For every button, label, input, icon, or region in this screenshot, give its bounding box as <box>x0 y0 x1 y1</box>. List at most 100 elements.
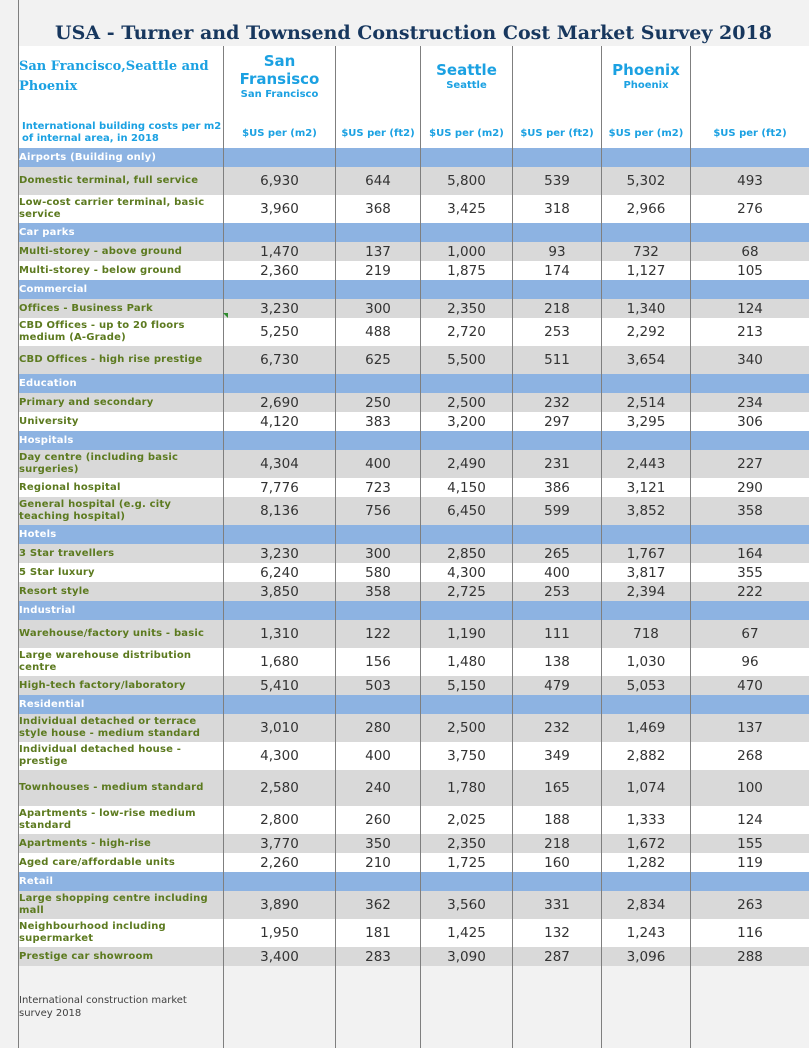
empty-cell <box>691 374 809 393</box>
empty-cell <box>602 431 691 450</box>
category-row: Residential <box>19 695 809 714</box>
cost-value-cell: 119 <box>691 853 809 872</box>
category-row: Hotels <box>19 525 809 544</box>
cost-value-cell: 350 <box>336 834 421 853</box>
cost-value-cell: 3,090 <box>421 947 513 966</box>
cost-value-cell: 493 <box>691 167 809 195</box>
cost-value-cell: 219 <box>336 261 421 280</box>
empty-cell <box>602 966 691 1048</box>
cost-value-cell: 5,302 <box>602 167 691 195</box>
city-subtitle: San Francisco <box>224 88 335 102</box>
cost-value-cell: 3,890 <box>224 891 336 919</box>
cost-value-cell: 2,882 <box>602 742 691 770</box>
unit-header: $US per (ft2) <box>691 118 809 148</box>
cost-value-cell: 116 <box>691 919 809 947</box>
footer-row: International construction market survey… <box>19 966 809 1048</box>
empty-cell <box>691 601 809 620</box>
empty-cell <box>224 280 336 299</box>
cost-value-cell: 2,500 <box>421 393 513 412</box>
cost-value-cell: 222 <box>691 582 809 601</box>
empty-cell <box>336 695 421 714</box>
empty-cell <box>691 223 809 242</box>
cost-value-cell: 358 <box>336 582 421 601</box>
category-label: Airports (Building only) <box>19 148 224 167</box>
empty-cell <box>421 148 513 167</box>
cost-value-cell: 3,010 <box>224 714 336 742</box>
table-row: Large warehouse distribution centre1,680… <box>19 648 809 676</box>
empty-cell <box>691 148 809 167</box>
row-label: Domestic terminal, full service <box>19 167 224 195</box>
category-label: Hospitals <box>19 431 224 450</box>
empty-cell <box>602 525 691 544</box>
cost-value-cell: 4,304 <box>224 450 336 478</box>
row-label: University <box>19 412 224 431</box>
city-header-sf: San Fransisco San Francisco <box>224 46 336 108</box>
cost-value-cell: 5,800 <box>421 167 513 195</box>
cost-value-cell: 386 <box>513 478 602 497</box>
row-label: High-tech factory/laboratory <box>19 676 224 695</box>
cost-value-cell: 2,490 <box>421 450 513 478</box>
cost-table: San Francisco,Seattle and Phoenix San Fr… <box>18 46 809 1048</box>
cost-value-cell: 3,852 <box>602 497 691 525</box>
city-header-row: San Francisco,Seattle and Phoenix San Fr… <box>19 46 809 108</box>
cost-value-cell: 383 <box>336 412 421 431</box>
cost-value-cell: 2,360 <box>224 261 336 280</box>
category-label: Commercial <box>19 280 224 299</box>
page-title: USA - Turner and Townsend Construction C… <box>18 20 809 46</box>
city-header-seattle: Seattle Seattle <box>421 46 513 108</box>
empty-cell <box>691 46 809 108</box>
cost-value-cell: 3,654 <box>602 346 691 374</box>
empty-cell <box>224 431 336 450</box>
cost-value-cell: 3,750 <box>421 742 513 770</box>
empty-cell <box>691 525 809 544</box>
cost-value-cell: 539 <box>513 167 602 195</box>
row-label: Multi-storey - below ground <box>19 261 224 280</box>
cost-value-cell: 68 <box>691 242 809 261</box>
empty-cell <box>421 280 513 299</box>
cost-value-cell: 8,136 <box>224 497 336 525</box>
category-label: Retail <box>19 872 224 891</box>
cost-value-cell: 300 <box>336 299 421 318</box>
cost-value-cell: 3,200 <box>421 412 513 431</box>
row-label: Multi-storey - above ground <box>19 242 224 261</box>
row-label: 5 Star luxury <box>19 563 224 582</box>
empty-cell <box>691 431 809 450</box>
cost-value-cell: 1,672 <box>602 834 691 853</box>
spacer-row <box>19 108 809 118</box>
category-label: Hotels <box>19 525 224 544</box>
row-label: CBD Offices - high rise prestige <box>19 346 224 374</box>
cost-value-cell: 3,770 <box>224 834 336 853</box>
cost-value-cell: 2,350 <box>421 834 513 853</box>
cost-value-cell: 260 <box>336 806 421 834</box>
cost-value-cell: 3,096 <box>602 947 691 966</box>
cost-value-cell: 5,150 <box>421 676 513 695</box>
cost-value-cell: 3,121 <box>602 478 691 497</box>
row-label: Individual detached house - prestige <box>19 742 224 770</box>
row-label: Townhouses - medium standard <box>19 770 224 806</box>
cost-value-cell: 5,053 <box>602 676 691 695</box>
cost-value-cell: 156 <box>336 648 421 676</box>
cost-value-cell: 3,295 <box>602 412 691 431</box>
table-row: Multi-storey - above ground1,4701371,000… <box>19 242 809 261</box>
cost-value-cell: 5,500 <box>421 346 513 374</box>
cost-value-cell: 1,340 <box>602 299 691 318</box>
empty-cell <box>513 601 602 620</box>
cost-value-cell: 1,074 <box>602 770 691 806</box>
city-name: San Fransisco <box>224 52 335 88</box>
cost-value-cell: 3,425 <box>421 195 513 223</box>
cost-value-cell: 400 <box>336 450 421 478</box>
cost-value-cell: 2,350 <box>421 299 513 318</box>
city-header-phoenix: Phoenix Phoenix <box>602 46 691 108</box>
cost-value-cell: 227 <box>691 450 809 478</box>
table-row: Multi-storey - below ground2,3602191,875… <box>19 261 809 280</box>
empty-cell <box>513 872 602 891</box>
empty-cell <box>691 695 809 714</box>
cost-value-cell: 1,480 <box>421 648 513 676</box>
cost-value-cell: 240 <box>336 770 421 806</box>
cost-value-cell: 232 <box>513 714 602 742</box>
cost-value-cell: 2,966 <box>602 195 691 223</box>
empty-cell <box>513 148 602 167</box>
spreadsheet-sheet: USA - Turner and Townsend Construction C… <box>0 0 809 1024</box>
empty-cell <box>336 46 421 108</box>
table-row: 3 Star travellers3,2303002,8502651,76716… <box>19 544 809 563</box>
